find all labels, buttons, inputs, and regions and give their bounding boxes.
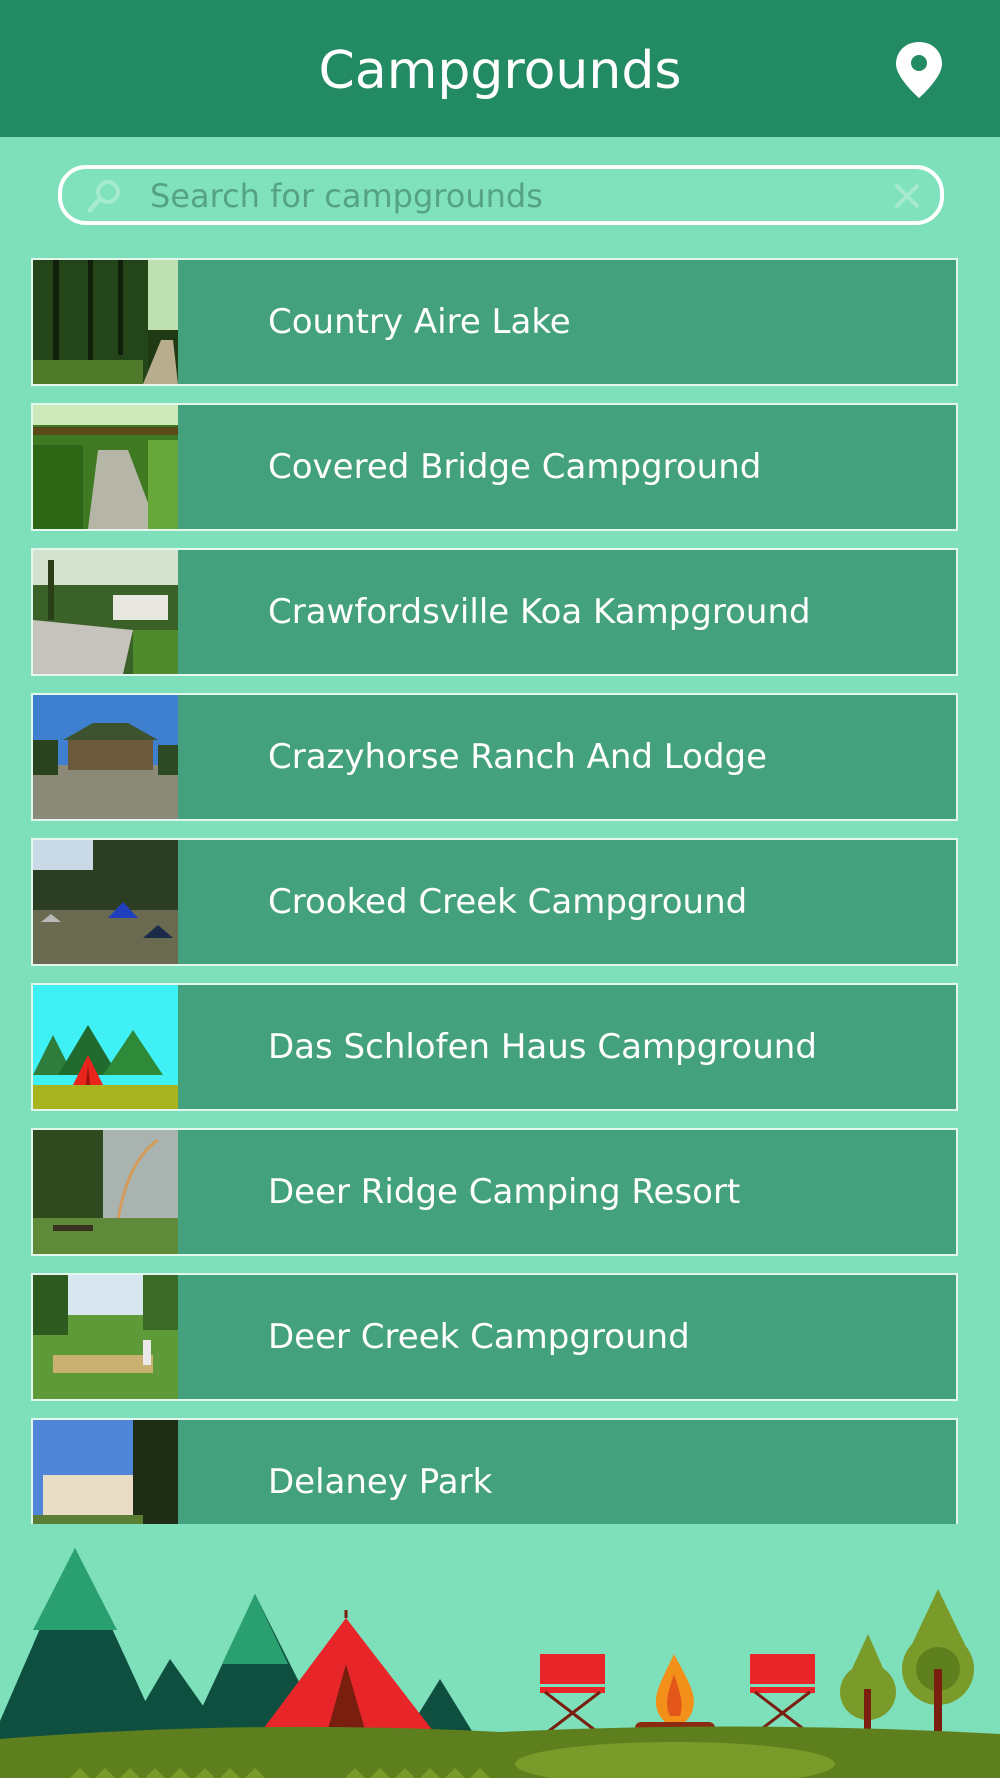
campground-name: Crawfordsville Koa Kampground — [268, 592, 811, 632]
campground-photo — [33, 840, 178, 964]
campground-photo — [33, 260, 178, 384]
campground-name: Covered Bridge Campground — [268, 447, 762, 487]
list-item[interactable]: Crooked Creek Campground — [31, 838, 958, 966]
campground-photo — [33, 1275, 178, 1399]
list-item[interactable]: Country Aire Lake — [31, 258, 958, 386]
campground-name: Delaney Park — [268, 1462, 493, 1502]
list-item[interactable]: Crawfordsville Koa Kampground — [31, 548, 958, 676]
campground-name: Country Aire Lake — [268, 302, 571, 342]
campground-photo — [33, 1130, 178, 1254]
campground-photo — [33, 405, 178, 529]
campground-photo — [33, 550, 178, 674]
campground-name: Crooked Creek Campground — [268, 882, 748, 922]
campground-list: Country Aire Lake Covered Bridge Campgro… — [0, 0, 1000, 1524]
camping-scene-illustration — [0, 1548, 1000, 1778]
list-item[interactable]: Crazyhorse Ranch And Lodge — [31, 693, 958, 821]
campground-name: Das Schlofen Haus Campground — [268, 1027, 817, 1067]
list-item[interactable]: Delaney Park — [31, 1418, 958, 1524]
list-item[interactable]: Covered Bridge Campground — [31, 403, 958, 531]
campground-photo — [33, 985, 178, 1109]
campground-photo — [33, 695, 178, 819]
list-item[interactable]: Das Schlofen Haus Campground — [31, 983, 958, 1111]
list-item[interactable]: Deer Ridge Camping Resort — [31, 1128, 958, 1256]
list-item[interactable]: Deer Creek Campground — [31, 1273, 958, 1401]
campground-name: Deer Ridge Camping Resort — [268, 1172, 741, 1212]
campground-name: Crazyhorse Ranch And Lodge — [268, 737, 768, 777]
campground-name: Deer Creek Campground — [268, 1317, 690, 1357]
campground-photo — [33, 1420, 178, 1524]
